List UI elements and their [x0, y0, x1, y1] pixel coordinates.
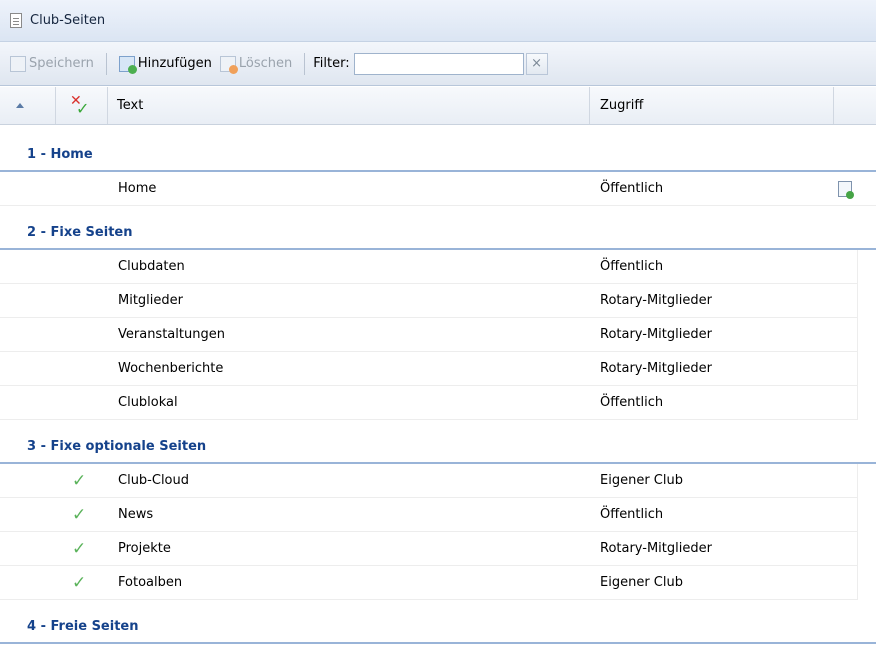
- row-text: Clublokal: [118, 395, 178, 410]
- text-column-header[interactable]: Text: [108, 87, 590, 124]
- status-check-icon: ✕ ✓: [70, 92, 90, 118]
- row-text: Wochenberichte: [118, 361, 224, 376]
- group-label: 4 - Freie Seiten: [27, 619, 139, 634]
- table-row[interactable]: Home Öffentlich: [0, 172, 876, 206]
- row-text: Clubdaten: [118, 259, 185, 274]
- add-button[interactable]: Hinzufügen: [115, 50, 216, 78]
- grid-header: ✕ ✓ Text Zugriff: [0, 87, 876, 125]
- row-text: Projekte: [118, 541, 171, 556]
- access-column-header[interactable]: Zugriff: [590, 87, 834, 124]
- row-access: Rotary-Mitglieder: [600, 541, 712, 556]
- group-header-row[interactable]: 2 - Fixe Seiten: [0, 216, 876, 250]
- delete-button[interactable]: Löschen: [216, 50, 296, 78]
- access-column-label: Zugriff: [600, 98, 644, 113]
- save-icon: [10, 55, 26, 72]
- row-access: Öffentlich: [600, 259, 664, 274]
- group-label: 3 - Fixe optionale Seiten: [27, 439, 207, 454]
- filter-label: Filter:: [313, 56, 350, 71]
- row-access: Öffentlich: [600, 395, 664, 410]
- document-icon: [10, 13, 22, 28]
- toolbar: Speichern Hinzufügen Löschen Filter: ×: [0, 42, 876, 86]
- group-label: 2 - Fixe Seiten: [27, 225, 133, 240]
- toolbar-separator: [105, 52, 107, 75]
- open-page-icon[interactable]: [838, 181, 854, 199]
- row-text: Home: [118, 181, 157, 196]
- table-row[interactable]: Clubdaten Öffentlich: [0, 250, 858, 284]
- table-row[interactable]: Mitglieder Rotary-Mitglieder: [0, 284, 858, 318]
- row-access: Rotary-Mitglieder: [600, 327, 712, 342]
- table-row[interactable]: Clublokal Öffentlich: [0, 386, 858, 420]
- add-button-label: Hinzufügen: [137, 56, 212, 71]
- row-access: Rotary-Mitglieder: [600, 293, 712, 308]
- toolbar-separator: [304, 52, 306, 75]
- window-titlebar: Club-Seiten: [0, 0, 876, 42]
- save-button[interactable]: Speichern: [6, 50, 98, 78]
- group-label: 1 - Home: [27, 147, 93, 162]
- group-header-row[interactable]: 3 - Fixe optionale Seiten: [0, 430, 876, 464]
- row-access: Eigener Club: [600, 473, 683, 488]
- text-column-label: Text: [117, 98, 144, 113]
- add-page-icon: [118, 55, 137, 74]
- row-text: Mitglieder: [118, 293, 183, 308]
- group-header-row[interactable]: 4 - Freie Seiten: [0, 610, 876, 644]
- close-icon: ×: [531, 56, 543, 71]
- table-row[interactable]: ✓ Fotoalben Eigener Club: [0, 566, 858, 600]
- sort-column-header[interactable]: [0, 87, 56, 124]
- row-text: Veranstaltungen: [118, 327, 225, 342]
- row-text: Fotoalben: [118, 575, 183, 590]
- table-row[interactable]: ✓ Club-Cloud Eigener Club: [0, 464, 858, 498]
- check-icon: ✓: [72, 573, 87, 593]
- sort-ascending-icon: [16, 103, 24, 108]
- clear-filter-button[interactable]: ×: [525, 52, 548, 75]
- delete-button-label: Löschen: [238, 56, 293, 71]
- table-row[interactable]: ✓ Projekte Rotary-Mitglieder: [0, 532, 858, 566]
- row-text: Club-Cloud: [118, 473, 190, 488]
- actions-column-header: [834, 87, 876, 124]
- check-icon: ✓: [72, 471, 87, 491]
- row-access: Öffentlich: [600, 181, 664, 196]
- check-icon: ✓: [72, 539, 87, 559]
- filter-input[interactable]: [353, 52, 524, 75]
- row-access: Rotary-Mitglieder: [600, 361, 712, 376]
- window-title: Club-Seiten: [30, 13, 106, 28]
- group-header-row[interactable]: 1 - Home: [0, 138, 876, 172]
- row-access: Eigener Club: [600, 575, 683, 590]
- check-icon: ✓: [72, 505, 87, 525]
- table-row[interactable]: Veranstaltungen Rotary-Mitglieder: [0, 318, 858, 352]
- table-row[interactable]: ✓ News Öffentlich: [0, 498, 858, 532]
- row-access: Öffentlich: [600, 507, 664, 522]
- row-text: News: [118, 507, 154, 522]
- table-row[interactable]: Wochenberichte Rotary-Mitglieder: [0, 352, 858, 386]
- status-column-header[interactable]: ✕ ✓: [56, 87, 108, 124]
- delete-page-icon: [219, 55, 238, 74]
- save-button-label: Speichern: [29, 56, 94, 71]
